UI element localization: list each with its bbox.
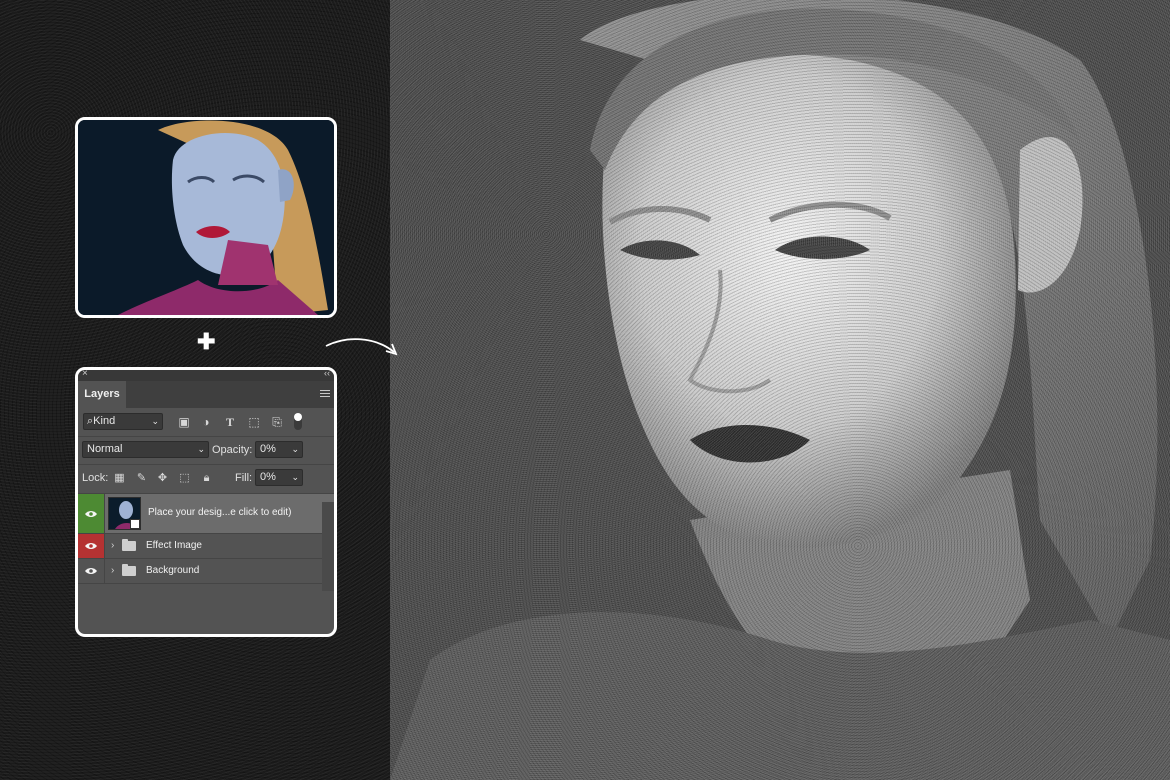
curved-arrow-icon bbox=[325, 338, 398, 356]
lock-image-icon[interactable]: ✎ bbox=[135, 472, 148, 485]
close-icon[interactable]: × bbox=[82, 370, 88, 379]
chevron-down-icon: ⌄ bbox=[291, 472, 299, 482]
plus-icon: ✚ bbox=[197, 329, 216, 354]
layer-row-background[interactable]: › Background bbox=[78, 559, 334, 584]
filter-toggle[interactable] bbox=[294, 413, 302, 430]
smart-object-badge-icon bbox=[130, 519, 140, 529]
shape-filter-icon[interactable]: ⬚ bbox=[247, 415, 261, 429]
portrait-illustration bbox=[390, 0, 1170, 780]
layer-name: Effect Image bbox=[146, 540, 202, 551]
blend-mode-value: Normal bbox=[87, 443, 123, 455]
chevron-down-icon: ⌄ bbox=[151, 416, 159, 426]
opacity-value: 0% bbox=[260, 443, 276, 455]
lock-artboard-icon[interactable]: ⬚ bbox=[178, 472, 191, 485]
chevron-down-icon: ⌄ bbox=[291, 444, 299, 454]
visibility-toggle[interactable] bbox=[78, 534, 105, 558]
tab-layers[interactable]: Layers bbox=[78, 381, 126, 408]
smart-object-filter-icon[interactable]: ⎘ bbox=[270, 415, 284, 429]
type-filter-icon[interactable]: T bbox=[223, 415, 237, 429]
eye-icon bbox=[85, 510, 97, 517]
original-photo-card bbox=[75, 117, 337, 318]
filter-kind-value: Kind bbox=[93, 415, 116, 427]
visibility-toggle[interactable] bbox=[78, 494, 105, 533]
layer-thumbnail bbox=[108, 497, 141, 530]
folder-icon bbox=[122, 564, 136, 576]
visibility-toggle[interactable] bbox=[78, 559, 105, 583]
lock-all-icon[interactable]: 🔒︎ bbox=[200, 472, 213, 485]
opacity-field[interactable]: 0% ⌄ bbox=[255, 441, 303, 458]
fill-value: 0% bbox=[260, 471, 276, 483]
layers-list: Place your desig...e click to edit) › Ef… bbox=[78, 494, 334, 584]
fill-label: Fill: bbox=[235, 472, 253, 484]
eye-icon bbox=[85, 568, 97, 574]
opacity-label: Opacity: bbox=[212, 444, 253, 456]
blend-row: Normal ⌄ Opacity: 0% ⌄ bbox=[78, 437, 334, 465]
fill-field[interactable]: 0% ⌄ bbox=[255, 469, 303, 486]
lock-row: Lock: ▦ ✎ ✥ ⬚ 🔒︎ Fill: 0% ⌄ bbox=[78, 465, 334, 494]
folder-icon bbox=[122, 539, 136, 551]
eye-icon bbox=[85, 543, 97, 549]
panel-menu-icon[interactable] bbox=[320, 390, 330, 398]
adjustment-filter-icon[interactable]: ◑ bbox=[199, 415, 213, 429]
layer-row-smart-object[interactable]: Place your desig...e click to edit) bbox=[78, 494, 334, 534]
panel-title-bar: × ‹‹ bbox=[78, 370, 334, 381]
filter-kind-select[interactable]: ⌕Kind ⌄ bbox=[83, 413, 163, 430]
original-photo bbox=[78, 120, 334, 315]
layer-name: Background bbox=[146, 565, 200, 576]
lock-label: Lock: bbox=[82, 472, 109, 484]
layers-scrollbar[interactable] bbox=[322, 502, 334, 591]
chevron-down-icon: ⌄ bbox=[197, 444, 205, 454]
lock-position-icon[interactable]: ✥ bbox=[156, 472, 169, 485]
filter-row: ⌕Kind ⌄ ▣ ◑ T ⬚ ⎘ bbox=[78, 408, 334, 437]
image-filter-icon[interactable]: ▣ bbox=[177, 415, 191, 429]
chevron-right-icon[interactable]: › bbox=[111, 565, 114, 576]
blend-mode-select[interactable]: Normal ⌄ bbox=[82, 441, 209, 458]
panel-tabs: Layers bbox=[78, 381, 334, 408]
collapse-icon[interactable]: ‹‹ bbox=[324, 370, 330, 378]
result-image bbox=[390, 0, 1170, 780]
chevron-right-icon[interactable]: › bbox=[111, 540, 114, 551]
layers-panel: × ‹‹ Layers ⌕Kind ⌄ ▣ ◑ T ⬚ ⎘ Normal ⌄ O… bbox=[75, 367, 337, 637]
lock-transparent-icon[interactable]: ▦ bbox=[113, 472, 126, 485]
layer-row-effect-image[interactable]: › Effect Image bbox=[78, 534, 334, 559]
layer-name: Place your desig...e click to edit) bbox=[148, 507, 292, 518]
